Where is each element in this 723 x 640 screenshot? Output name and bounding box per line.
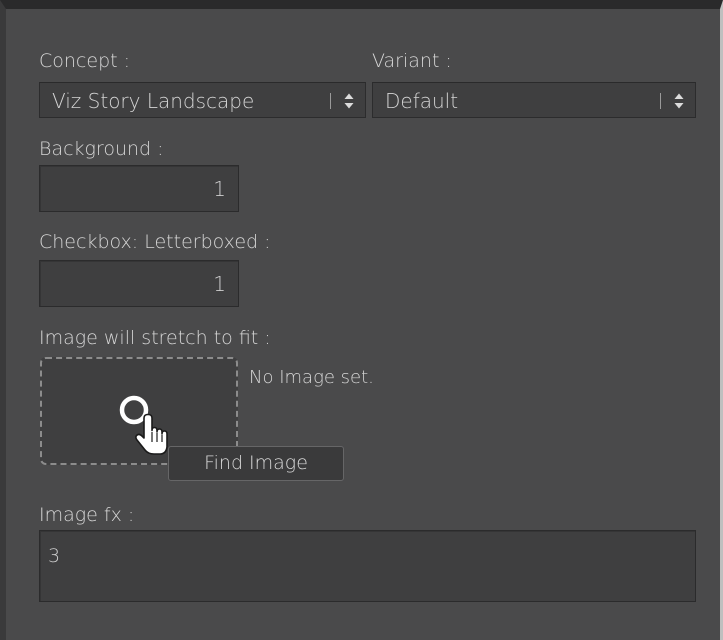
background-value: 1 xyxy=(213,177,226,201)
up-down-chevron-icon xyxy=(674,93,684,109)
background-number-field[interactable]: 1 xyxy=(39,165,239,212)
loading-ring-icon xyxy=(119,395,149,425)
concept-select-separator xyxy=(330,93,331,109)
hand-pointer-icon xyxy=(119,395,168,455)
letterboxed-value: 1 xyxy=(213,272,226,296)
template-properties-panel: Concept : Viz Story Landscape Variant : … xyxy=(0,0,723,640)
letterboxed-number-field[interactable]: 1 xyxy=(39,260,239,307)
image-fx-field[interactable]: 3 xyxy=(39,530,696,602)
background-label: Background : xyxy=(39,138,164,160)
variant-select[interactable]: Default xyxy=(372,82,696,118)
image-label: Image will stretch to fit : xyxy=(39,327,271,349)
concept-selected-value: Viz Story Landscape xyxy=(52,89,255,113)
image-status-text: No Image set. xyxy=(249,367,374,388)
letterboxed-label: Checkbox: Letterboxed : xyxy=(39,231,271,253)
up-down-chevron-icon xyxy=(344,93,354,109)
concept-select[interactable]: Viz Story Landscape xyxy=(39,82,366,118)
find-image-button[interactable]: Find Image xyxy=(168,446,344,481)
variant-select-separator xyxy=(660,93,661,109)
variant-selected-value: Default xyxy=(385,89,459,113)
image-fx-label: Image fx : xyxy=(39,504,135,526)
concept-label: Concept : xyxy=(39,50,131,72)
variant-label: Variant : xyxy=(372,50,452,72)
image-fx-value: 3 xyxy=(48,545,61,567)
